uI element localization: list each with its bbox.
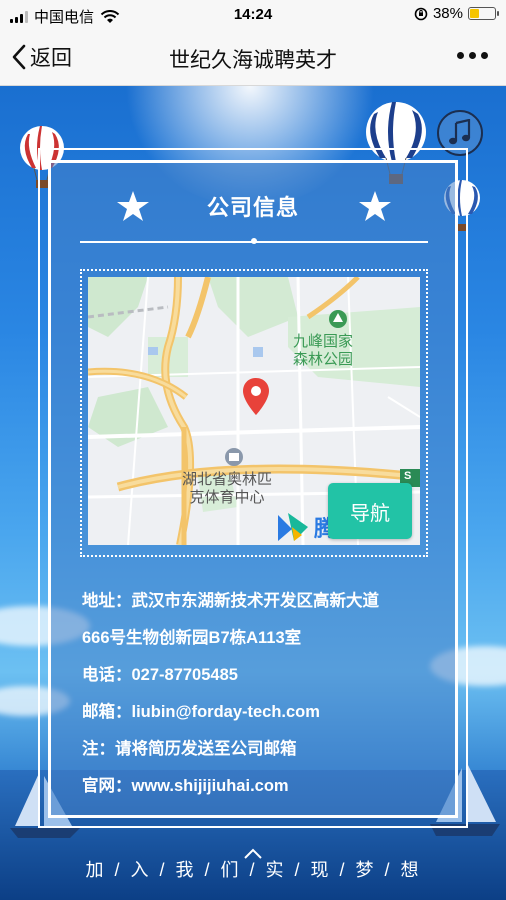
battery-level-fill (470, 9, 480, 18)
map-poi-stadium-line2: 克体育中心 (189, 489, 265, 506)
phone-line[interactable]: 电话：027-87705485 (82, 661, 238, 685)
location-map[interactable]: 九峰国家 森林公园 湖北省奥林匹 克体育中心 S 腾 导航 (88, 277, 420, 545)
map-poi-park-line2: 森林公园 (293, 351, 354, 368)
back-label: 返回 (30, 47, 72, 70)
more-button[interactable] (457, 52, 488, 59)
back-button[interactable]: 返回 (10, 42, 72, 72)
address-line1: 地址：武汉市东湖新技术开发区高新大道 (82, 592, 379, 610)
more-dots-icon (457, 52, 464, 59)
music-note-icon (449, 119, 471, 145)
map-logo-icon (278, 513, 308, 541)
map-provider-logo: 腾 (276, 511, 336, 543)
status-bar: 中国电信 14:24 38% (0, 0, 506, 30)
footer-slogan: 加 / 入 / 我 / 们 / 实 / 现 / 梦 / 想 (85, 860, 421, 880)
map-poi-stadium-line1: 湖北省奥林匹 (182, 471, 273, 488)
email-line[interactable]: 邮箱：liubin@forday-tech.com (82, 698, 320, 722)
address-line2: 666号生物创新园B7栋A113室 (82, 629, 302, 647)
chevron-left-icon (12, 44, 26, 70)
map-poi-park: 九峰国家 森林公园 (293, 333, 353, 369)
nav-bar: 返回 世纪久海诚聘英才 (0, 30, 506, 86)
website-line[interactable]: 官网：www.shijijiuhai.com (82, 772, 289, 796)
page-title: 世纪久海诚聘英才 (169, 49, 337, 72)
battery-icon (468, 7, 499, 20)
status-right: 38% (414, 5, 499, 22)
map-poi-park-line1: 九峰国家 (293, 333, 354, 350)
map-pin-icon (243, 378, 269, 415)
orientation-lock-icon (414, 7, 428, 20)
map-poi-stadium: 湖北省奥林匹 克体育中心 (182, 471, 272, 507)
map-frame: 九峰国家 森林公园 湖北省奥林匹 克体育中心 S 腾 导航 (80, 269, 428, 557)
navigate-button[interactable]: 导航 (328, 483, 412, 539)
map-road-sign: S (404, 470, 412, 482)
main-content: 公司信息 九峰国家 森林公园 湖北省奥林匹 克体育中心 S 腾 导航 地址：武汉… (0, 86, 506, 900)
title-divider-dot (251, 238, 257, 244)
section-title: 公司信息 (206, 195, 299, 220)
note-line: 注：请将简历发送至公司邮箱 (82, 740, 297, 758)
battery-percent: 38% (432, 5, 463, 22)
